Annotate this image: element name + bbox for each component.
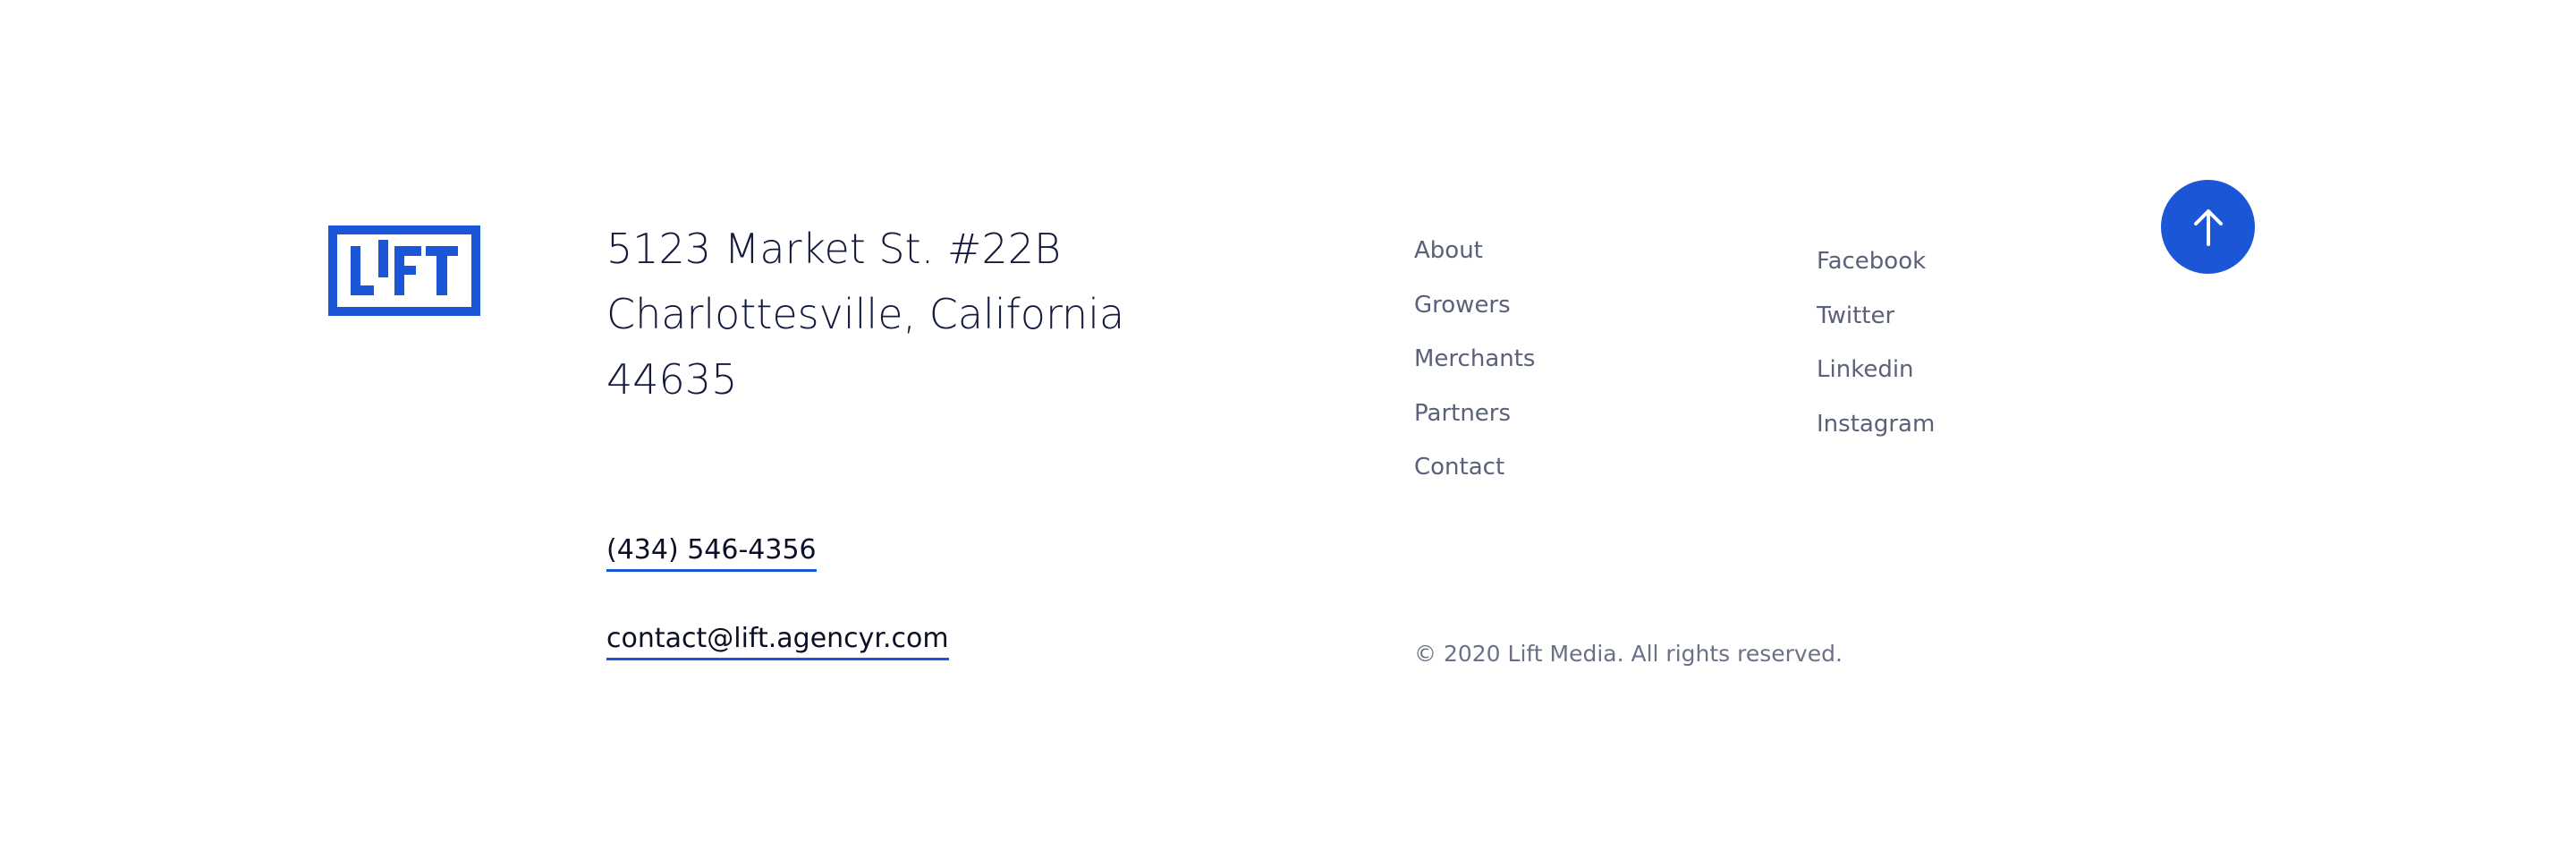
email-link[interactable]: contact@lift.agencyr.com <box>606 623 949 660</box>
footer-nav-merchants[interactable]: Merchants <box>1414 343 1535 397</box>
address-line-city: Charlottesville, California <box>606 290 1125 338</box>
social-nav: Facebook Twitter Linkedin Instagram <box>1817 245 1935 462</box>
footer-nav-growers[interactable]: Growers <box>1414 289 1535 344</box>
footer-nav-partners[interactable]: Partners <box>1414 397 1535 452</box>
address-line-zip: 44635 <box>606 355 738 404</box>
copyright-text: © 2020 Lift Media. All rights reserved. <box>1414 641 1843 667</box>
footer-nav-about[interactable]: About <box>1414 234 1535 289</box>
site-footer: 5123 Market St. #22B Charlottesville, Ca… <box>0 0 2576 868</box>
back-to-top-button[interactable] <box>2161 180 2255 274</box>
footer-nav-contact[interactable]: Contact <box>1414 451 1535 506</box>
lift-logo-mark <box>351 240 458 295</box>
social-link-twitter[interactable]: Twitter <box>1817 300 1935 354</box>
social-link-facebook[interactable]: Facebook <box>1817 245 1935 300</box>
social-link-linkedin[interactable]: Linkedin <box>1817 353 1935 408</box>
company-address: 5123 Market St. #22B Charlottesville, Ca… <box>606 217 1124 413</box>
lift-logo[interactable] <box>328 226 480 316</box>
address-line-street: 5123 Market St. #22B <box>606 225 1062 273</box>
arrow-up-icon <box>2193 208 2223 246</box>
social-link-instagram[interactable]: Instagram <box>1817 408 1935 463</box>
footer-nav: About Growers Merchants Partners Contact <box>1414 234 1535 506</box>
phone-link[interactable]: (434) 546-4356 <box>606 534 817 572</box>
